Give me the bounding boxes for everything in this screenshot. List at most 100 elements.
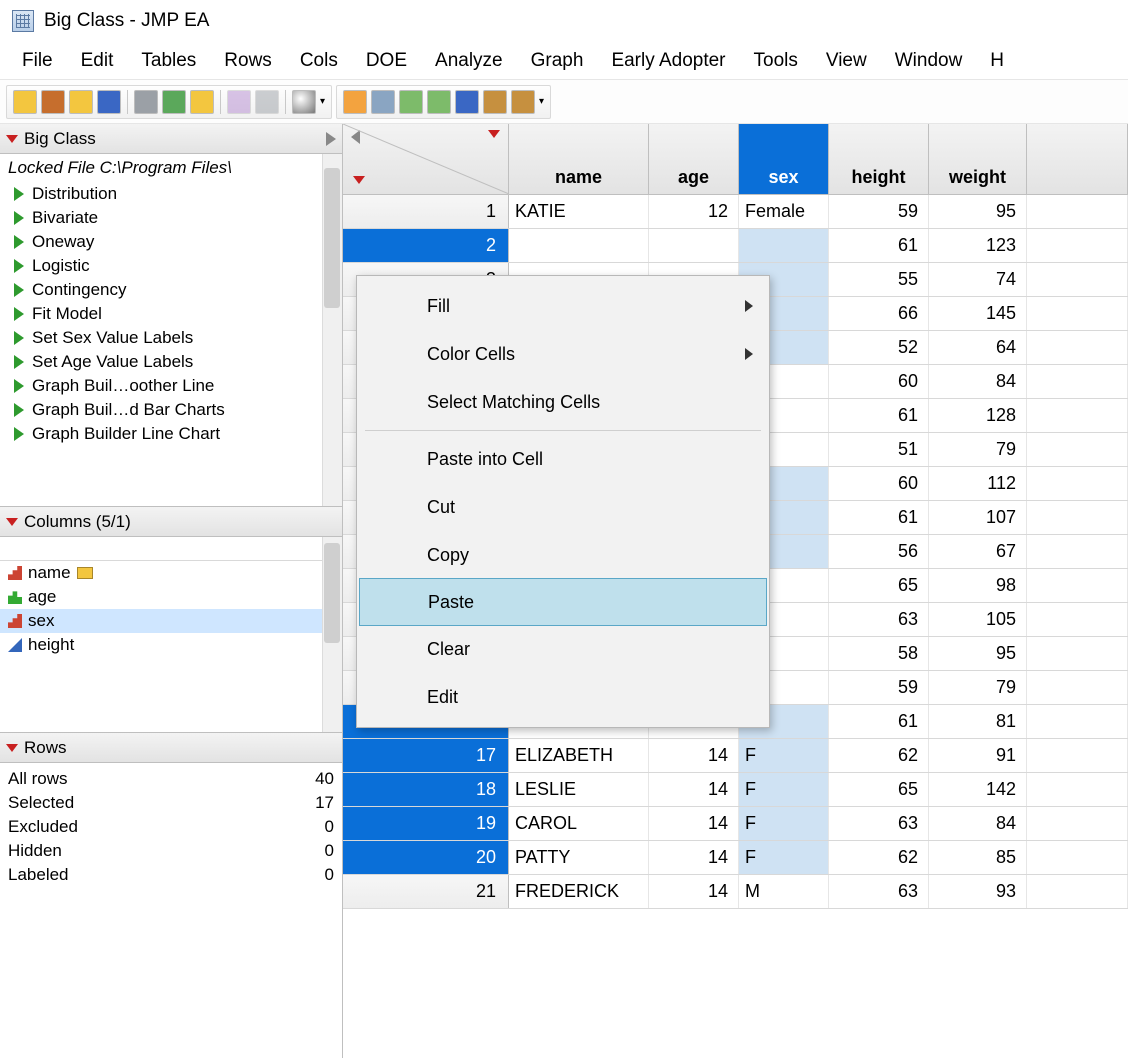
dropdown-icon[interactable]: ▾ [539,96,544,107]
cell-sex[interactable]: F [739,739,829,772]
cell-weight[interactable]: 91 [929,739,1027,772]
cell-height[interactable]: 60 [829,365,929,398]
col-header-sex[interactable]: sex [739,124,829,194]
cell-name[interactable]: FREDERICK [509,875,649,908]
table-row[interactable]: 17ELIZABETH14F6291 [343,739,1128,773]
menu-tables[interactable]: Tables [127,46,210,76]
row-number[interactable]: 20 [343,841,509,874]
cell-name[interactable]: CAROL [509,807,649,840]
cell-age[interactable]: 14 [649,841,739,874]
rows-panel-header[interactable]: Rows [0,733,342,763]
cell-weight[interactable]: 98 [929,569,1027,602]
row-number[interactable]: 21 [343,875,509,908]
cell-sex[interactable] [739,229,829,262]
table-row[interactable]: 19CAROL14F6384 [343,807,1128,841]
columns-panel-header[interactable]: Columns (5/1) [0,507,342,537]
profiler-icon[interactable] [511,90,535,114]
col-header-weight[interactable]: weight [929,124,1027,194]
column-search-input[interactable] [0,537,322,561]
tabulate-icon[interactable] [427,90,451,114]
menu-h[interactable]: H [976,46,1018,76]
script-item[interactable]: Set Age Value Labels [0,350,342,374]
copy-icon[interactable] [162,90,186,114]
script-item[interactable]: Graph Builder Line Chart [0,422,342,446]
row-number[interactable]: 1 [343,195,509,228]
cell-sex[interactable]: F [739,773,829,806]
table-row[interactable]: 20PATTY14F6285 [343,841,1128,875]
cell-weight[interactable]: 84 [929,807,1027,840]
cell-weight[interactable]: 79 [929,671,1027,704]
scrollbar[interactable] [322,537,342,732]
cell-weight[interactable]: 79 [929,433,1027,466]
save-icon[interactable] [97,90,121,114]
fit-y-icon[interactable] [371,90,395,114]
undo-icon[interactable] [227,90,251,114]
distribution-icon[interactable] [343,90,367,114]
cell-height[interactable]: 62 [829,739,929,772]
scrollbar-thumb[interactable] [324,543,340,643]
cell-height[interactable]: 61 [829,399,929,432]
row-number[interactable]: 2 [343,229,509,262]
cell-age[interactable]: 14 [649,773,739,806]
script-item[interactable]: Graph Buil…d Bar Charts [0,398,342,422]
cell-weight[interactable]: 64 [929,331,1027,364]
column-item-height[interactable]: height [0,633,342,657]
cell-height[interactable]: 59 [829,671,929,704]
cell-height[interactable]: 63 [829,807,929,840]
ctx-paste-into-cell[interactable]: Paste into Cell [357,435,769,483]
disclosure-icon[interactable] [6,518,18,526]
ctx-copy[interactable]: Copy [357,531,769,579]
cell-height[interactable]: 63 [829,875,929,908]
row-number[interactable]: 18 [343,773,509,806]
menu-analyze[interactable]: Analyze [421,46,517,76]
scrollbar-thumb[interactable] [324,168,340,308]
cell-age[interactable]: 14 [649,875,739,908]
recent-icon[interactable] [41,90,65,114]
script-item[interactable]: Graph Buil…oother Line [0,374,342,398]
cell-sex[interactable]: F [739,841,829,874]
menu-tools[interactable]: Tools [740,46,812,76]
cell-age[interactable]: 14 [649,739,739,772]
cell-height[interactable]: 61 [829,501,929,534]
chevron-right-icon[interactable] [326,132,336,146]
cell-height[interactable]: 61 [829,705,929,738]
cell-weight[interactable]: 105 [929,603,1027,636]
cell-height[interactable]: 56 [829,535,929,568]
ctx-fill[interactable]: Fill [357,282,769,330]
cell-height[interactable]: 51 [829,433,929,466]
menu-edit[interactable]: Edit [67,46,128,76]
table-row[interactable]: 2 61123 [343,229,1128,263]
cell-age[interactable]: 12 [649,195,739,228]
menu-window[interactable]: Window [881,46,977,76]
cell-height[interactable]: 63 [829,603,929,636]
cell-weight[interactable]: 85 [929,841,1027,874]
cell-name[interactable]: PATTY [509,841,649,874]
cell-height[interactable]: 52 [829,331,929,364]
ctx-paste[interactable]: Paste [359,578,767,626]
paste-icon[interactable] [190,90,214,114]
cell-weight[interactable]: 95 [929,637,1027,670]
cell-weight[interactable]: 123 [929,229,1027,262]
ctx-cut[interactable]: Cut [357,483,769,531]
cell-weight[interactable]: 81 [929,705,1027,738]
cell-height[interactable]: 66 [829,297,929,330]
script-item[interactable]: Oneway [0,230,342,254]
row-number[interactable]: 17 [343,739,509,772]
menu-file[interactable]: File [8,46,67,76]
disclosure-icon[interactable] [6,744,18,752]
cell-name[interactable]: ELIZABETH [509,739,649,772]
column-item-name[interactable]: name [0,561,342,585]
script-item[interactable]: Logistic [0,254,342,278]
graph-builder-icon[interactable] [399,90,423,114]
ctx-select-matching-cells[interactable]: Select Matching Cells [357,378,769,426]
cell-height[interactable]: 61 [829,229,929,262]
cell-weight[interactable]: 74 [929,263,1027,296]
menu-doe[interactable]: DOE [352,46,421,76]
new-table-icon[interactable] [13,90,37,114]
dropdown-icon[interactable]: ▾ [320,96,325,107]
cell-age[interactable] [649,229,739,262]
cell-height[interactable]: 62 [829,841,929,874]
cell-height[interactable]: 60 [829,467,929,500]
cell-name[interactable]: LESLIE [509,773,649,806]
cell-sex[interactable]: Female [739,195,829,228]
